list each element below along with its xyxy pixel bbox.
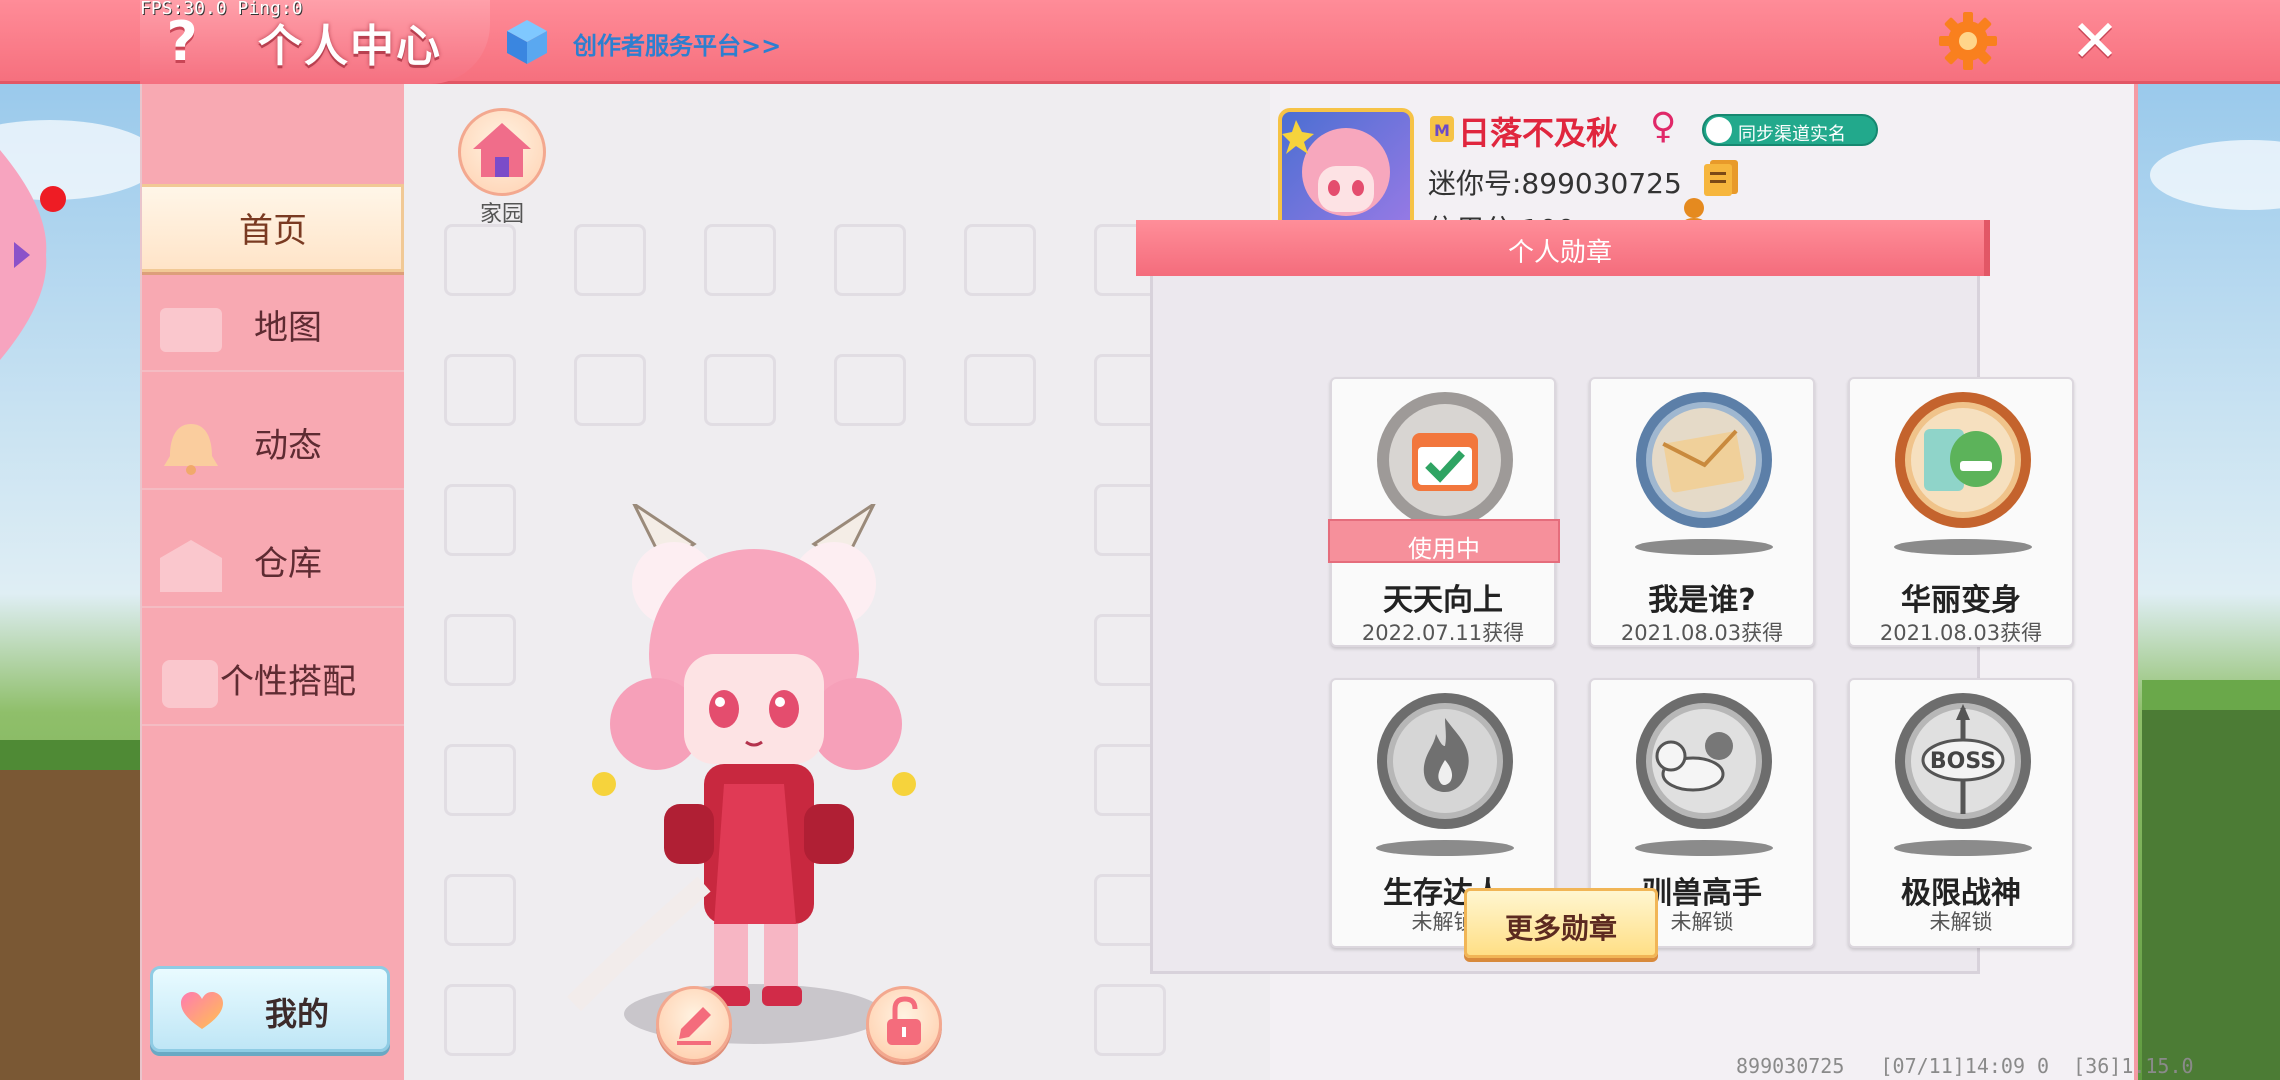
medal-name: 华丽变身 (1901, 583, 2021, 618)
letter-medal-icon (1636, 392, 1772, 528)
svg-text:BOSS: BOSS (1930, 749, 1996, 774)
medal-shadow (1635, 539, 1773, 555)
close-icon[interactable]: ✕ (2064, 10, 2126, 72)
pencil-icon (677, 1007, 711, 1045)
unlock-icon (887, 996, 921, 1045)
more-medals-label: 更多勋章 (1504, 912, 1617, 945)
sync-realname-button[interactable]: 同步渠道实名 (1702, 114, 1878, 146)
house-icon (473, 123, 531, 177)
medal-shadow (1635, 840, 1773, 856)
fire-medal-icon (1377, 693, 1513, 829)
medals-header-label: 个人勋章 (1507, 238, 1612, 268)
home-garden-label: 家园 (479, 202, 524, 227)
medal-date: 2021.08.03获得 (1879, 621, 2043, 645)
medal-date: 2022.07.11获得 (1361, 621, 1525, 645)
sidebar-item-label: 个性搭配 (220, 662, 356, 702)
calendar-medal-icon (1377, 392, 1513, 528)
sync-realname-label: 同步渠道实名 (1738, 124, 1846, 145)
medal-card[interactable]: BOSS 极限战神 未解锁 (1848, 678, 2074, 948)
medal-date: 2021.08.03获得 (1620, 621, 1784, 645)
svg-text:M: M (1434, 121, 1450, 140)
medal-date: 未解锁 (1929, 910, 1993, 934)
sidebar-item-outfit[interactable]: 个性搭配 (142, 638, 404, 726)
person-check-icon (1706, 117, 1732, 143)
notification-dot (40, 186, 66, 212)
mini-id: 迷你号:899030725 (1428, 167, 1682, 200)
sidebar-item-label: 仓库 (254, 544, 322, 584)
medal-shadow (1894, 840, 2032, 856)
medal-card[interactable]: 使用中 天天向上 2022.07.11获得 (1328, 377, 1560, 647)
medal-name: 天天向上 (1383, 583, 1503, 618)
unlock-button[interactable] (866, 986, 942, 1062)
medal-shadow (1894, 539, 2032, 555)
sidebar-item-label: 地图 (254, 308, 322, 348)
sidebar-item-label: 首页 (239, 211, 307, 251)
version-info: 899030725 [07/11]14:09 0 [36]1.15.0 (1736, 1054, 2194, 1078)
vip-badge-icon: M (1430, 116, 1454, 142)
sidebar: 首页 地图 动态 仓库 个性搭配 我的 (142, 84, 404, 1080)
cube-icon[interactable] (505, 18, 549, 66)
mine-button[interactable]: 我的 (150, 966, 390, 1052)
medal-name: 我是谁? (1648, 583, 1756, 618)
sidebar-item-label: 动态 (254, 426, 322, 466)
medal-shadow (1376, 840, 1514, 856)
gear-icon[interactable] (1937, 10, 1999, 72)
more-medals-button[interactable]: 更多勋章 (1464, 888, 1658, 958)
home-garden-button[interactable] (458, 108, 546, 196)
sidebar-item-map[interactable]: 地图 (142, 284, 404, 372)
medal-card[interactable]: 华丽变身 2021.08.03获得 (1848, 377, 2074, 647)
sidebar-item-home[interactable]: 首页 (142, 184, 404, 272)
in-use-label: 使用中 (1408, 535, 1480, 563)
player-avatar-character[interactable] (564, 504, 944, 1064)
medal-card[interactable]: 我是谁? 2021.08.03获得 (1589, 377, 1815, 647)
sidebar-item-feed[interactable]: 动态 (142, 402, 404, 490)
sidebar-item-storage[interactable]: 仓库 (142, 520, 404, 608)
side-drawer-tab[interactable] (0, 150, 50, 360)
edit-button[interactable] (656, 986, 732, 1062)
creator-platform-link[interactable]: 创作者服务平台>> (573, 26, 781, 61)
transform-medal-icon (1895, 392, 2031, 528)
username: 日落不及秋 (1458, 114, 1619, 152)
heart-icon (181, 992, 223, 1029)
top-bar: ? FPS:30.0 Ping:0 个人中心 创作者服务平台>> ✕ (0, 0, 2280, 84)
help-icon[interactable]: ? (158, 12, 206, 72)
copy-icon[interactable] (1702, 158, 1740, 198)
in-use-tag: 使用中 (1328, 519, 1560, 563)
boss-medal-icon: BOSS (1895, 693, 2031, 829)
female-icon: ♀ (1650, 106, 1677, 147)
page-title: 个人中心 (258, 21, 442, 72)
mine-label: 我的 (265, 995, 330, 1033)
medals-header: 个人勋章 (1136, 220, 1990, 276)
tamer-medal-icon (1636, 693, 1772, 829)
